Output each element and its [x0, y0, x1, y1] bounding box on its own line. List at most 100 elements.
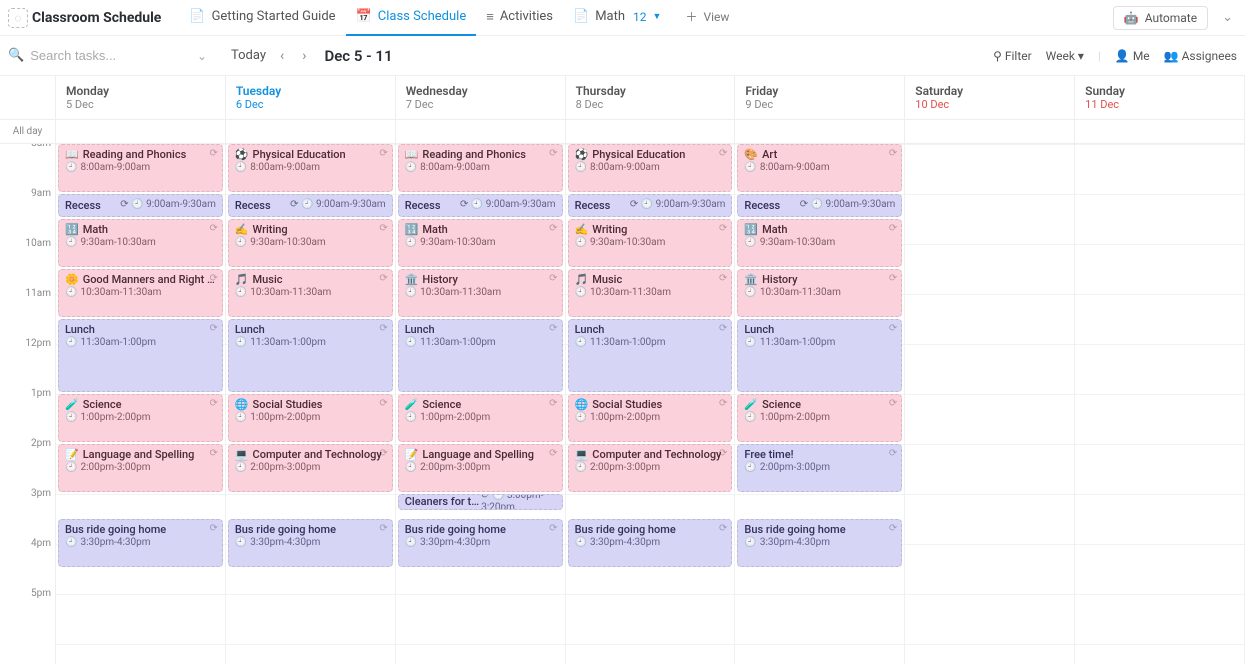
event-block[interactable]: ⟳ Lunch 🕘11:30am-1:00pm — [398, 319, 563, 392]
event-block[interactable]: ⟳ ⚽Physical Education 🕘8:00am-9:00am — [568, 144, 733, 192]
event-block[interactable]: Recess ⟳ 🕘 9:00am-9:30am — [568, 194, 733, 217]
header-dropdown-caret[interactable]: ⌄ — [1218, 6, 1237, 29]
event-block[interactable]: ⟳ 🔢Math 🕘9:30am-10:30am — [58, 219, 223, 267]
event-block[interactable]: ⟳ ✍️Writing 🕘9:30am-10:30am — [228, 219, 393, 267]
event-title: 📖Reading and Phonics — [405, 148, 556, 162]
event-block[interactable]: ⟳ 🌐Social Studies 🕘1:00pm-2:00pm — [228, 394, 393, 442]
clock-icon: 🕘 — [575, 237, 587, 250]
event-block[interactable]: Recess ⟳ 🕘 9:00am-9:30am — [398, 194, 563, 217]
event-block[interactable]: ⟳ 🎵Music 🕘10:30am-11:30am — [568, 269, 733, 317]
tab-math[interactable]: 📄Math12▼ — [563, 0, 671, 36]
hour-gridline — [226, 644, 395, 645]
day-column-sun[interactable] — [1075, 144, 1245, 664]
assignees-button[interactable]: 👥 Assignees — [1164, 49, 1237, 63]
event-block[interactable]: ⟳ Lunch 🕘11:30am-1:00pm — [228, 319, 393, 392]
day-header[interactable]: Tuesday 6 Dec — [226, 76, 396, 120]
event-title: 📝Language and Spelling — [405, 448, 556, 462]
day-header[interactable]: Monday 5 Dec — [56, 76, 226, 120]
event-block[interactable]: ⟳ Lunch 🕘11:30am-1:00pm — [58, 319, 223, 392]
event-block[interactable]: Recess ⟳ 🕘 9:00am-9:30am — [737, 194, 902, 217]
event-block[interactable]: ⟳ Bus ride going home 🕘3:30pm-4:30pm — [568, 519, 733, 567]
event-block[interactable]: ⟳ 🔢Math 🕘9:30am-10:30am — [737, 219, 902, 267]
event-block[interactable]: ⟳ Bus ride going home 🕘3:30pm-4:30pm — [228, 519, 393, 567]
event-block[interactable]: ⟳ 💻Computer and Technology 🕘2:00pm-3:00p… — [568, 444, 733, 492]
day-column-mon[interactable]: ⟳ 📖Reading and Phonics 🕘8:00am-9:00am Re… — [56, 144, 226, 664]
allday-cell[interactable] — [226, 120, 396, 143]
day-column-thu[interactable]: ⟳ ⚽Physical Education 🕘8:00am-9:00am Rec… — [566, 144, 736, 664]
event-block[interactable]: Recess ⟳ 🕘 9:00am-9:30am — [228, 194, 393, 217]
event-block[interactable]: ⟳ Free time! 🕘2:00pm-3:00pm — [737, 444, 902, 492]
event-block[interactable]: ⟳ 🎨Art 🕘8:00am-9:00am — [737, 144, 902, 192]
next-week-button[interactable]: › — [298, 44, 310, 68]
day-header[interactable]: Sunday 11 Dec — [1075, 76, 1245, 120]
event-emoji-icon: 🌐 — [235, 398, 249, 411]
date-label: 5 Dec — [66, 98, 215, 111]
allday-cell[interactable] — [56, 120, 226, 143]
event-block[interactable]: ⟳ Bus ride going home 🕘3:30pm-4:30pm — [58, 519, 223, 567]
day-column-sat[interactable] — [905, 144, 1075, 664]
allday-cell[interactable] — [1075, 120, 1245, 143]
day-header[interactable]: Thursday 8 Dec — [566, 76, 736, 120]
event-block[interactable]: ⟳ 📖Reading and Phonics 🕘8:00am-9:00am — [398, 144, 563, 192]
me-button[interactable]: 👤 Me — [1115, 49, 1150, 63]
allday-cell[interactable] — [566, 120, 736, 143]
event-block[interactable]: ⟳ 🧪Science 🕘1:00pm-2:00pm — [398, 394, 563, 442]
event-block[interactable]: ⟳ 📝Language and Spelling 🕘2:00pm-3:00pm — [398, 444, 563, 492]
day-header[interactable]: Friday 9 Dec — [735, 76, 905, 120]
day-column-wed[interactable]: ⟳ 📖Reading and Phonics 🕘8:00am-9:00am Re… — [396, 144, 566, 664]
event-title: 🎵Music — [235, 273, 386, 287]
event-emoji-icon: 🏛️ — [405, 273, 419, 286]
tab-class-schedule[interactable]: 📅Class Schedule — [346, 0, 477, 36]
event-block[interactable]: ⟳ Lunch 🕘11:30am-1:00pm — [737, 319, 902, 392]
event-block[interactable]: ⟳ 🏛️History 🕘10:30am-11:30am — [737, 269, 902, 317]
day-header[interactable]: Saturday 10 Dec — [905, 76, 1075, 120]
event-title: Lunch — [744, 323, 895, 337]
event-block[interactable]: ⟳ 🧪Science 🕘1:00pm-2:00pm — [58, 394, 223, 442]
clock-icon: 🕘 — [575, 162, 587, 175]
day-column-fri[interactable]: ⟳ 🎨Art 🕘8:00am-9:00am Recess ⟳ 🕘 9:00am-… — [735, 144, 905, 664]
clock-icon: 🕘 — [235, 237, 247, 250]
hour-gridline — [735, 594, 904, 595]
event-block[interactable]: ⟳ Bus ride going home 🕘3:30pm-4:30pm — [737, 519, 902, 567]
search-input[interactable] — [30, 48, 183, 63]
event-block[interactable]: ⟳ Bus ride going home 🕘3:30pm-4:30pm — [398, 519, 563, 567]
view-mode-dropdown[interactable]: Week ▾ — [1046, 49, 1084, 63]
event-block[interactable]: Recess ⟳ 🕘 9:00am-9:30am — [58, 194, 223, 217]
hour-gridline — [566, 494, 735, 495]
tab-getting-started-guide[interactable]: 📄Getting Started Guide — [179, 0, 345, 36]
event-block[interactable]: ⟳ 🎵Music 🕘10:30am-11:30am — [228, 269, 393, 317]
day-of-week-label: Thursday — [576, 84, 725, 98]
tab-activities[interactable]: ≡Activities — [476, 0, 563, 36]
space-icon[interactable]: ◌ — [8, 8, 28, 28]
event-block[interactable]: ⟳ ⚽Physical Education 🕘8:00am-9:00am — [228, 144, 393, 192]
today-button[interactable]: Today — [231, 48, 266, 63]
event-block[interactable]: ⟳ 🏛️History 🕘10:30am-11:30am — [398, 269, 563, 317]
prev-week-button[interactable]: ‹ — [276, 44, 288, 68]
event-block[interactable]: ⟳ 🔢Math 🕘9:30am-10:30am — [398, 219, 563, 267]
event-block[interactable]: ⟳ 📝Language and Spelling 🕘2:00pm-3:00pm — [58, 444, 223, 492]
allday-cell[interactable] — [735, 120, 905, 143]
day-header[interactable]: Wednesday 7 Dec — [396, 76, 566, 120]
event-block[interactable]: ⟳ ✍️Writing 🕘9:30am-10:30am — [568, 219, 733, 267]
clock-icon: 🕘 — [235, 462, 247, 475]
allday-cell[interactable] — [905, 120, 1075, 143]
search-dropdown-caret[interactable]: ⌄ — [193, 49, 211, 63]
date-label: 7 Dec — [406, 98, 555, 111]
event-block[interactable]: ⟳ Lunch 🕘11:30am-1:00pm — [568, 319, 733, 392]
filter-button[interactable]: ⚲ Filter — [993, 49, 1032, 63]
hour-gridline — [905, 344, 1074, 345]
add-view-button[interactable]: ＋ + View View — [675, 0, 739, 36]
event-time: 🕘9:30am-10:30am — [65, 237, 216, 250]
event-block[interactable]: Cleaners for the day ⟳ 🕘 3:00pm-3:20pm — [398, 494, 563, 510]
allday-cell[interactable] — [396, 120, 566, 143]
event-block[interactable]: ⟳ 🌐Social Studies 🕘1:00pm-2:00pm — [568, 394, 733, 442]
event-block[interactable]: ⟳ 💻Computer and Technology 🕘2:00pm-3:00p… — [228, 444, 393, 492]
event-block[interactable]: ⟳ 🧪Science 🕘1:00pm-2:00pm — [737, 394, 902, 442]
me-label: Me — [1133, 49, 1150, 63]
event-block[interactable]: ⟳ 📖Reading and Phonics 🕘8:00am-9:00am — [58, 144, 223, 192]
hour-label: 2pm — [31, 438, 51, 449]
automate-button[interactable]: 🤖 Automate — [1113, 6, 1208, 30]
clock-icon: 🕘 — [405, 337, 417, 350]
event-block[interactable]: ⟳ 🌼Good Manners and Right Conduct 🕘10:30… — [58, 269, 223, 317]
day-column-tue[interactable]: ⟳ ⚽Physical Education 🕘8:00am-9:00am Rec… — [226, 144, 396, 664]
